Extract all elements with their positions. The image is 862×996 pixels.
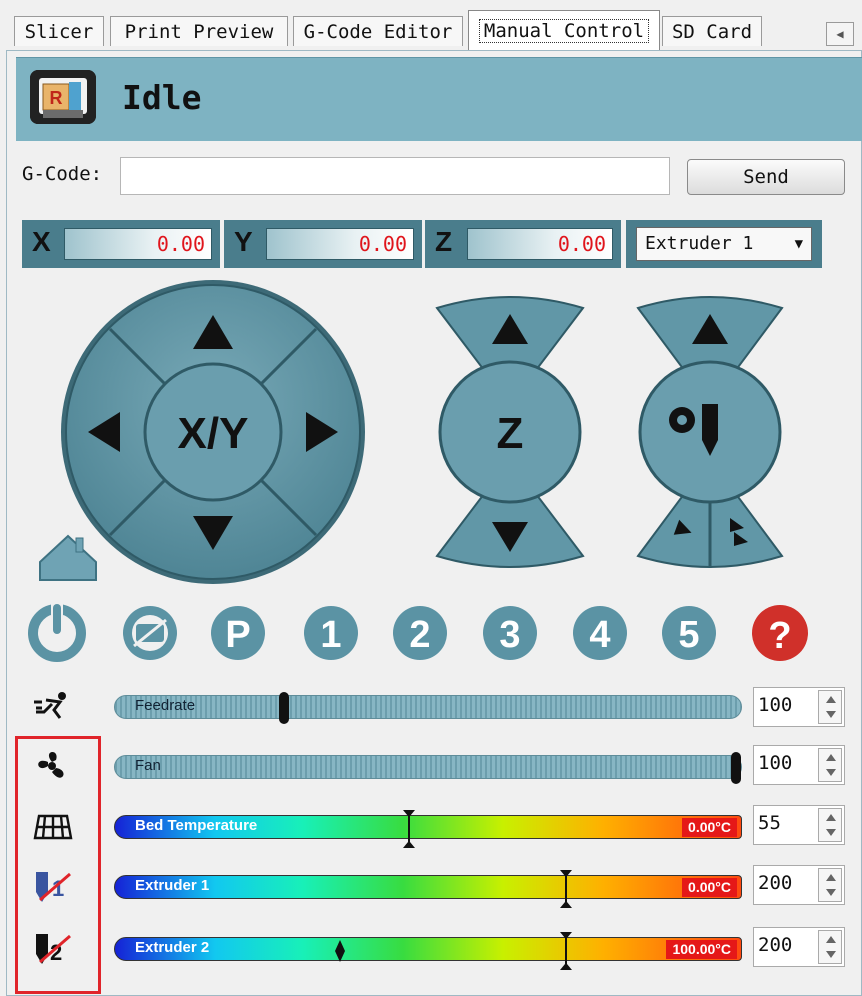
tab-slicer[interactable]: Slicer bbox=[14, 16, 104, 46]
tab-gcode-editor[interactable]: G-Code Editor bbox=[293, 16, 463, 46]
tab-label: SD Card bbox=[671, 20, 753, 43]
fan-slider[interactable]: Fan bbox=[114, 752, 742, 784]
x-axis-label: X bbox=[32, 226, 51, 257]
extruder-1-reading: 0.00°C bbox=[682, 878, 737, 897]
z-label: Z bbox=[497, 409, 524, 458]
extruder-2-reading: 100.00°C bbox=[666, 940, 737, 959]
fan-value: 100 bbox=[758, 752, 793, 774]
printer-status-icon: R bbox=[30, 70, 96, 124]
y-coordinate: Y 0.00 bbox=[224, 220, 422, 268]
svg-text:4: 4 bbox=[589, 614, 610, 656]
svg-text:1: 1 bbox=[320, 614, 341, 656]
tab-label: Slicer bbox=[24, 20, 94, 43]
svg-text:3: 3 bbox=[499, 614, 520, 656]
help-icon[interactable]: ? bbox=[752, 605, 808, 661]
feedrate-spinner[interactable]: 100 bbox=[753, 687, 845, 727]
extruder-1-spin-arrows[interactable] bbox=[818, 868, 842, 902]
xy-jog-pad: X/Y bbox=[61, 280, 365, 584]
extruder-select[interactable]: Extruder 1 ▼ bbox=[626, 220, 822, 268]
tab-manual-control[interactable]: Manual Control bbox=[468, 10, 660, 50]
extruder-2-target-value: 200 bbox=[758, 934, 793, 956]
park-icon[interactable]: P bbox=[211, 606, 265, 660]
extruder-2-current-marker bbox=[335, 940, 346, 962]
chevron-down-icon: ▼ bbox=[794, 236, 803, 252]
extruder-1-target-value: 200 bbox=[758, 872, 793, 894]
feedrate-value: 100 bbox=[758, 694, 793, 716]
home-icon[interactable] bbox=[39, 534, 97, 581]
x-coordinate: X 0.00 bbox=[22, 220, 220, 268]
preset-5-icon[interactable]: 5 bbox=[662, 606, 716, 660]
y-position-readout: 0.00 bbox=[266, 228, 414, 260]
z-coordinate: Z 0.00 bbox=[425, 220, 621, 268]
feedrate-slider[interactable]: Feedrate bbox=[114, 692, 742, 724]
gcode-input[interactable] bbox=[120, 157, 670, 195]
svg-text:2: 2 bbox=[409, 614, 430, 656]
z-axis-label: Z bbox=[435, 226, 453, 257]
preset-3-icon[interactable]: 3 bbox=[483, 606, 537, 660]
bed-temperature-reading: 0.00°C bbox=[682, 818, 737, 837]
svg-text:?: ? bbox=[768, 615, 791, 657]
preset-2-icon[interactable]: 2 bbox=[393, 606, 447, 660]
fan-label: Fan bbox=[135, 757, 161, 774]
tab-label: Print Preview bbox=[124, 20, 274, 43]
highlight-box bbox=[15, 736, 101, 994]
extruder-1-slider[interactable]: Extruder 1 0.00°C bbox=[114, 870, 742, 908]
tab-label: Manual Control bbox=[478, 18, 650, 43]
bed-temperature-spinner[interactable]: 55 bbox=[753, 805, 845, 845]
x-position-readout: 0.00 bbox=[64, 228, 212, 260]
feedrate-spin-arrows[interactable] bbox=[818, 690, 842, 724]
tab-label: G-Code Editor bbox=[303, 20, 453, 43]
bed-target-value: 55 bbox=[758, 812, 781, 834]
fan-spinner[interactable]: 100 bbox=[753, 745, 845, 785]
gcode-label: G-Code: bbox=[22, 163, 103, 185]
z-position-readout: 0.00 bbox=[467, 228, 613, 260]
power-icon[interactable] bbox=[28, 602, 86, 662]
tab-sd-card[interactable]: SD Card bbox=[662, 16, 762, 46]
motors-off-icon[interactable] bbox=[123, 606, 177, 660]
extruder-1-spinner[interactable]: 200 bbox=[753, 865, 845, 905]
extruder-2-label: Extruder 2 bbox=[135, 939, 210, 956]
tab-bar: Slicer Print Preview G-Code Editor Manua… bbox=[0, 0, 862, 52]
extruder-2-spin-arrows[interactable] bbox=[818, 930, 842, 964]
svg-text:P: P bbox=[225, 614, 250, 656]
extruder-2-spinner[interactable]: 200 bbox=[753, 927, 845, 967]
extruder-select-value: Extruder 1 bbox=[645, 233, 754, 254]
quick-buttons-row: P 1 2 3 4 5 ? bbox=[28, 602, 808, 662]
extruder-1-label: Extruder 1 bbox=[135, 877, 210, 894]
tab-scroll-left-button[interactable]: ◀ bbox=[826, 22, 854, 46]
preset-1-icon[interactable]: 1 bbox=[304, 606, 358, 660]
bed-temperature-slider[interactable]: Bed Temperature 0.00°C bbox=[114, 810, 742, 848]
status-text: Idle bbox=[122, 78, 202, 117]
extruder-jog-control bbox=[636, 296, 784, 568]
bed-temperature-label: Bed Temperature bbox=[135, 817, 258, 834]
jog-controls: X/Y Z bbox=[39, 280, 784, 584]
feedrate-icon bbox=[24, 686, 80, 726]
feedrate-slider-handle[interactable] bbox=[279, 692, 290, 724]
z-jog-control: Z bbox=[435, 296, 585, 568]
svg-text:R: R bbox=[50, 88, 63, 108]
extruder-2-slider[interactable]: Extruder 2 100.00°C bbox=[114, 932, 742, 970]
svg-text:5: 5 bbox=[678, 614, 699, 656]
tab-print-preview[interactable]: Print Preview bbox=[110, 16, 288, 46]
preset-4-icon[interactable]: 4 bbox=[573, 606, 627, 660]
extruder-2-target-marker[interactable] bbox=[559, 932, 573, 970]
bed-target-marker[interactable] bbox=[402, 810, 416, 848]
y-axis-label: Y bbox=[234, 226, 253, 257]
xy-label: X/Y bbox=[178, 409, 249, 458]
send-button[interactable]: Send bbox=[687, 159, 845, 195]
feedrate-label: Feedrate bbox=[135, 697, 196, 714]
fan-spin-arrows[interactable] bbox=[818, 748, 842, 782]
bed-spin-arrows[interactable] bbox=[818, 808, 842, 842]
extruder-1-target-marker[interactable] bbox=[559, 870, 573, 908]
fan-slider-handle[interactable] bbox=[731, 752, 741, 784]
